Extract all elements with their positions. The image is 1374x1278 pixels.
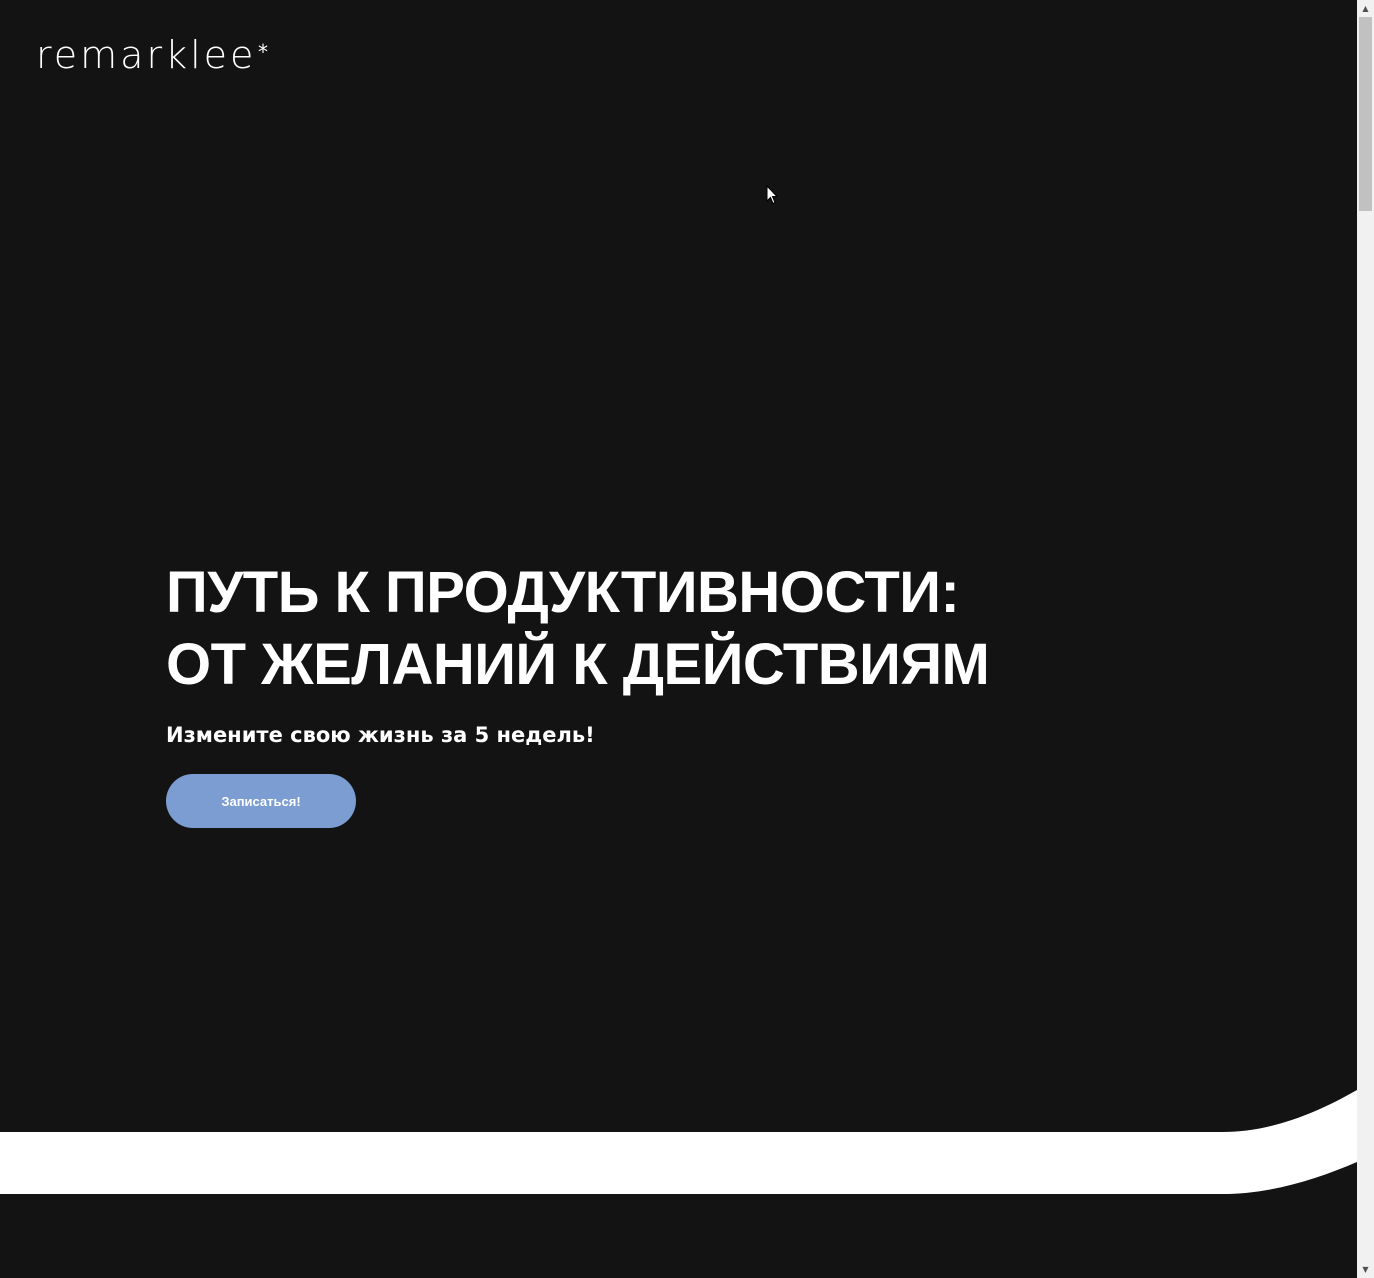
wave-stripe (0, 1090, 1357, 1194)
scrollbar-thumb[interactable] (1359, 17, 1372, 211)
landing-viewport: remarklee * ПУТЬ К ПРОДУКТИВНОСТИ: ОТ ЖЕ… (0, 0, 1357, 1278)
vertical-scrollbar[interactable]: ▲ ▼ (1357, 0, 1374, 1278)
brand-logo[interactable]: remarklee (36, 36, 256, 74)
hero-title-line-1: ПУТЬ К ПРОДУКТИВНОСТИ: (166, 560, 960, 625)
chevron-up-icon[interactable]: ▲ (1357, 0, 1374, 17)
mouse-pointer-icon (766, 185, 778, 205)
hero-title-line-2: ОТ ЖЕЛАНИЙ К ДЕЙСТВИЯМ (166, 632, 990, 697)
hero-subtitle: Измените свою жизнь за 5 недель! (166, 723, 595, 747)
decorative-wave (0, 1090, 1357, 1194)
hero-title: ПУТЬ К ПРОДУКТИВНОСТИ: ОТ ЖЕЛАНИЙ К ДЕЙС… (166, 557, 990, 701)
browser-page: remarklee * ПУТЬ К ПРОДУКТИВНОСТИ: ОТ ЖЕ… (0, 0, 1374, 1278)
signup-button[interactable]: Записаться! (166, 774, 356, 828)
chevron-down-icon[interactable]: ▼ (1357, 1261, 1374, 1278)
brand-logo-mark: * (258, 40, 268, 64)
